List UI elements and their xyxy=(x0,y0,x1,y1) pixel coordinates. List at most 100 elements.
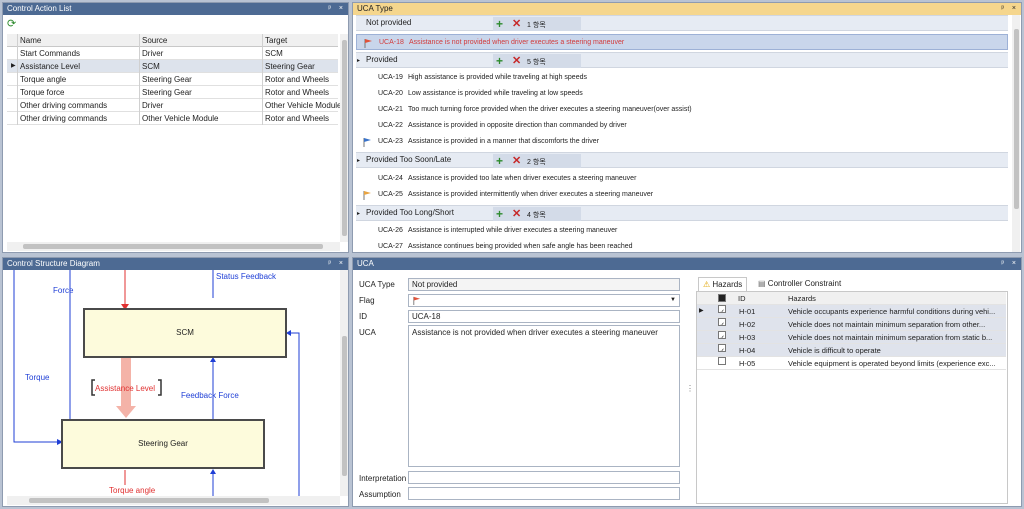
scroll-thumb[interactable] xyxy=(342,40,347,236)
id-field[interactable]: UCA-18 xyxy=(408,310,680,323)
hazard-checkbox[interactable]: ✓ xyxy=(718,305,726,313)
vertical-scrollbar[interactable] xyxy=(1012,15,1020,252)
collapse-icon[interactable]: ▸ xyxy=(357,210,360,217)
uca-item[interactable]: UCA-25 Assistance is provided intermitte… xyxy=(356,187,1008,203)
col-header-id[interactable]: ID xyxy=(738,292,746,305)
uca-item[interactable]: UCA-27 Assistance continues being provid… xyxy=(356,239,1008,255)
control-structure-diagram-panel: Control Structure Diagram ᵖ × SCM Steeri… xyxy=(2,257,349,507)
horizontal-scrollbar[interactable] xyxy=(7,496,340,505)
uca-textarea[interactable]: Assistance is not provided when driver e… xyxy=(408,325,680,467)
assumption-field[interactable] xyxy=(408,487,680,500)
table-row[interactable]: Other driving commands Other Vehicle Mod… xyxy=(7,112,338,125)
steering-gear-block[interactable]: Steering Gear xyxy=(61,419,265,469)
refresh-icon[interactable]: ⟳ xyxy=(7,18,19,30)
vertical-scrollbar[interactable] xyxy=(340,270,348,496)
table-row[interactable]: Start Commands Driver SCM xyxy=(7,47,338,60)
hazard-text: Vehicle does not maintain minimum separa… xyxy=(788,320,986,329)
uca-type-field[interactable]: Not provided xyxy=(408,278,680,291)
interpretation-field[interactable] xyxy=(408,471,680,484)
group-name: Provided Too Long/Short xyxy=(366,208,454,217)
uca-text: High assistance is provided while travel… xyxy=(408,74,587,81)
blue-flag-icon[interactable] xyxy=(362,137,372,147)
uca-item[interactable]: UCA-22 Assistance is provided in opposit… xyxy=(356,118,1008,134)
add-icon[interactable]: + xyxy=(496,154,503,168)
scm-block[interactable]: SCM xyxy=(83,308,287,358)
hazard-checkbox[interactable] xyxy=(718,357,726,365)
tab-controller-constraint[interactable]: ▤ Controller Constraint xyxy=(754,277,845,291)
uca-group-header[interactable]: ▸ Provided Too Long/Short + ✕ 4 항목 xyxy=(356,205,1008,221)
scroll-thumb[interactable] xyxy=(23,244,323,249)
hazard-row[interactable]: ✓ H-04 Vehicle is difficult to operate xyxy=(697,344,1006,357)
col-header-hazards[interactable]: Hazards xyxy=(788,292,816,305)
vertical-scrollbar[interactable] xyxy=(340,34,348,242)
hazard-checkbox[interactable]: ✓ xyxy=(718,331,726,339)
uca-item[interactable]: UCA-23 Assistance is provided in a manne… xyxy=(356,134,1008,150)
column-divider xyxy=(139,34,140,125)
table-row-selected[interactable]: ▶ Assistance Level SCM Steering Gear xyxy=(7,60,338,73)
uca-id: UCA-21 xyxy=(378,106,403,113)
group-name: Provided xyxy=(366,55,398,64)
splitter-handle-icon[interactable]: ⋮ xyxy=(686,384,694,393)
chevron-down-icon[interactable]: ▼ xyxy=(670,295,676,306)
cell-target: SCM xyxy=(265,49,283,58)
uca-item[interactable]: UCA-19 High assistance is provided while… xyxy=(356,70,1008,86)
collapse-icon[interactable]: ▸ xyxy=(357,57,360,64)
uca-group-header[interactable]: ▸ Provided + ✕ 5 항목 xyxy=(356,52,1008,68)
hazard-row[interactable]: ✓ H-02 Vehicle does not maintain minimum… xyxy=(697,318,1006,331)
col-header-name[interactable]: Name xyxy=(17,34,137,47)
uca-id: UCA-27 xyxy=(378,243,403,250)
hazard-row[interactable]: H-05 Vehicle equipment is operated beyon… xyxy=(697,357,1006,370)
uca-item[interactable]: UCA-21 Too much turning force provided w… xyxy=(356,102,1008,118)
panel-title-text: UCA Type xyxy=(357,4,393,13)
col-header-source[interactable]: Source xyxy=(139,34,261,47)
uca-item-selected[interactable]: UCA-18 Assistance is not provided when d… xyxy=(356,34,1008,50)
add-icon[interactable]: + xyxy=(496,17,503,31)
scroll-thumb[interactable] xyxy=(29,498,269,503)
hazard-text: Vehicle does not maintain minimum separa… xyxy=(788,333,993,342)
hazard-row[interactable]: ▶ ✓ H-01 Vehicle occupants experience ha… xyxy=(697,305,1006,318)
uca-item[interactable]: UCA-24 Assistance is provided too late w… xyxy=(356,171,1008,187)
add-icon[interactable]: + xyxy=(496,207,503,221)
panel-pin-close-icon[interactable]: ᵖ × xyxy=(1001,258,1019,270)
delete-icon[interactable]: ✕ xyxy=(512,17,521,31)
cell-name: Start Commands xyxy=(20,49,81,58)
interpretation-label: Interpretation xyxy=(359,474,407,483)
uca-group-header[interactable]: Not provided + ✕ 1 항목 xyxy=(356,15,1008,31)
red-flag-icon[interactable] xyxy=(363,38,373,48)
uca-id: UCA-22 xyxy=(378,122,403,129)
cell-name: Assistance Level xyxy=(20,62,81,71)
table-row[interactable]: Torque force Steering Gear Rotor and Whe… xyxy=(7,86,338,99)
assistance-level-arrow[interactable] xyxy=(121,358,131,408)
orange-flag-icon[interactable] xyxy=(362,190,372,200)
assistance-level-label[interactable]: Assistance Level xyxy=(95,384,155,393)
panel-title-text: UCA xyxy=(357,259,374,268)
hazard-checkbox[interactable]: ✓ xyxy=(718,318,726,326)
tab-hazards[interactable]: ⚠ Hazards xyxy=(698,277,748,291)
header-checkbox[interactable] xyxy=(718,294,726,302)
hazard-checkbox[interactable]: ✓ xyxy=(718,344,726,352)
flag-select[interactable]: ▼ xyxy=(408,294,680,307)
collapse-icon[interactable]: ▸ xyxy=(357,157,360,164)
scroll-thumb[interactable] xyxy=(1014,29,1019,209)
panel-pin-close-icon[interactable]: ᵖ × xyxy=(328,258,346,270)
red-flag-icon xyxy=(413,296,421,305)
delete-icon[interactable]: ✕ xyxy=(512,54,521,68)
delete-icon[interactable]: ✕ xyxy=(512,154,521,168)
uca-id: UCA-25 xyxy=(378,191,403,198)
hazard-row[interactable]: ✓ H-03 Vehicle does not maintain minimum… xyxy=(697,331,1006,344)
hazard-id: H-02 xyxy=(739,320,756,329)
col-header-target[interactable]: Target xyxy=(262,34,342,47)
delete-icon[interactable]: ✕ xyxy=(512,207,521,221)
table-row[interactable]: Torque angle Steering Gear Rotor and Whe… xyxy=(7,73,338,86)
uca-text: Low assistance is provided while traveli… xyxy=(408,90,583,97)
horizontal-scrollbar[interactable] xyxy=(7,242,340,251)
uca-item[interactable]: UCA-26 Assistance is interrupted while d… xyxy=(356,223,1008,239)
panel-pin-close-icon[interactable]: ᵖ × xyxy=(1001,3,1019,15)
add-icon[interactable]: + xyxy=(496,54,503,68)
hazard-text: Vehicle equipment is operated beyond lim… xyxy=(788,359,996,368)
uca-item[interactable]: UCA-20 Low assistance is provided while … xyxy=(356,86,1008,102)
panel-pin-close-icon[interactable]: ᵖ × xyxy=(328,3,346,15)
uca-group-header[interactable]: ▸ Provided Too Soon/Late + ✕ 2 항목 xyxy=(356,152,1008,168)
scroll-thumb[interactable] xyxy=(342,336,347,476)
table-row[interactable]: Other driving commands Driver Other Vehi… xyxy=(7,99,342,112)
